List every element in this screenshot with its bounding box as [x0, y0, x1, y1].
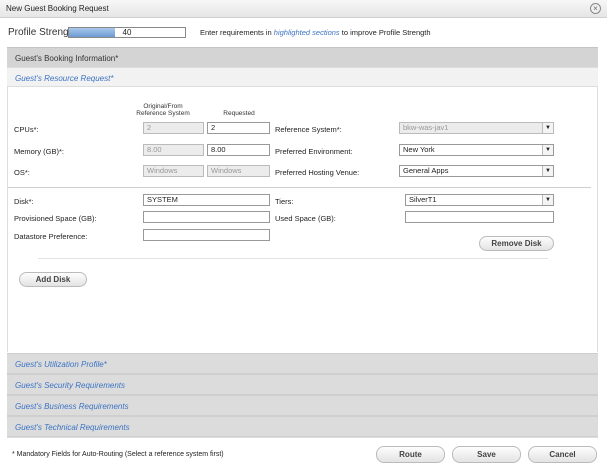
footer-divider: [7, 437, 598, 438]
save-button[interactable]: Save: [452, 446, 521, 463]
reference-system-label: Reference System*:: [275, 125, 342, 134]
profile-strength-hint: Enter requirements in highlighted sectio…: [200, 28, 431, 37]
datastore-preference-label: Datastore Preference:: [14, 232, 88, 241]
cpus-label: CPUs*:: [14, 125, 39, 134]
hint-prefix: Enter requirements in: [200, 28, 274, 37]
remove-disk-button[interactable]: Remove Disk: [479, 236, 554, 251]
section-resource-request[interactable]: Guest's Resource Request*: [7, 67, 598, 87]
window-titlebar: New Guest Booking Request ×: [0, 0, 607, 18]
hosting-venue-label: Preferred Hosting Venue:: [275, 168, 360, 177]
chevron-down-icon: ▼: [542, 166, 553, 176]
datastore-preference-field[interactable]: [143, 229, 270, 241]
hint-highlight: highlighted sections: [273, 28, 340, 37]
window-title: New Guest Booking Request: [6, 4, 109, 13]
used-space-field[interactable]: [405, 211, 554, 223]
os-original-field: Windows: [143, 165, 204, 177]
divider: [8, 187, 591, 188]
os-label: OS*:: [14, 168, 30, 177]
mandatory-fields-note: * Mandatory Fields for Auto-Routing (Sel…: [12, 451, 224, 458]
hint-suffix: to improve Profile Strength: [339, 28, 431, 37]
provisioned-space-field[interactable]: [143, 211, 270, 223]
memory-original-field: 8.00: [143, 144, 204, 156]
tiers-value: SilverT1: [409, 195, 437, 204]
profile-strength-bar: 40: [68, 27, 186, 38]
provisioned-space-label: Provisioned Space (GB):: [14, 214, 97, 223]
hosting-venue-select[interactable]: General Apps ▼: [399, 165, 554, 177]
tiers-label: Tiers:: [275, 197, 294, 206]
cpus-requested-field[interactable]: 2: [207, 122, 270, 134]
preferred-environment-value: New York: [403, 145, 435, 154]
cpus-original-field: 2: [143, 122, 204, 134]
memory-requested-field[interactable]: 8.00: [207, 144, 270, 156]
os-requested-field: Windows: [207, 165, 270, 177]
section-security-label: Guest's Security Requirements: [15, 381, 126, 390]
route-button[interactable]: Route: [376, 446, 445, 463]
section-business-label: Guest's Business Requirements: [15, 402, 129, 411]
add-disk-button[interactable]: Add Disk: [19, 272, 87, 287]
profile-strength-value: 40: [122, 28, 132, 37]
section-booking-info-label: Guest's Booking Information*: [15, 54, 119, 63]
section-security-requirements[interactable]: Guest's Security Requirements: [7, 374, 598, 395]
preferred-environment-select[interactable]: New York ▼: [399, 144, 554, 156]
used-space-label: Used Space (GB):: [275, 214, 336, 223]
chevron-down-icon: ▼: [542, 145, 553, 155]
section-technical-requirements[interactable]: Guest's Technical Requirements: [7, 416, 598, 437]
reference-system-select[interactable]: bkw-was-jav1 ▼: [399, 122, 554, 134]
section-utilization-profile[interactable]: Guest's Utilization Profile*: [7, 353, 598, 374]
close-icon[interactable]: ×: [590, 3, 601, 14]
reference-system-value: bkw-was-jav1: [403, 123, 449, 132]
cancel-button[interactable]: Cancel: [528, 446, 597, 463]
memory-label: Memory (GB)*:: [14, 147, 65, 156]
disk-label: Disk*:: [14, 197, 34, 206]
disk-name-field[interactable]: SYSTEM: [143, 194, 270, 206]
column-requested-header: Requested: [223, 110, 255, 117]
section-technical-label: Guest's Technical Requirements: [15, 423, 130, 432]
hosting-venue-value: General Apps: [403, 166, 449, 175]
section-resource-request-label: Guest's Resource Request*: [15, 74, 114, 83]
disk-divider: [38, 258, 548, 259]
section-utilization-label: Guest's Utilization Profile*: [15, 360, 107, 369]
chevron-down-icon: ▼: [542, 195, 553, 205]
section-business-requirements[interactable]: Guest's Business Requirements: [7, 395, 598, 416]
dropdown-arrow-icon: ▼: [542, 123, 553, 133]
preferred-environment-label: Preferred Environment:: [275, 147, 353, 156]
section-booking-info[interactable]: Guest's Booking Information*: [7, 47, 598, 67]
column-original-header: Original/From Reference System: [136, 103, 190, 117]
tiers-select[interactable]: SilverT1 ▼: [405, 194, 554, 206]
